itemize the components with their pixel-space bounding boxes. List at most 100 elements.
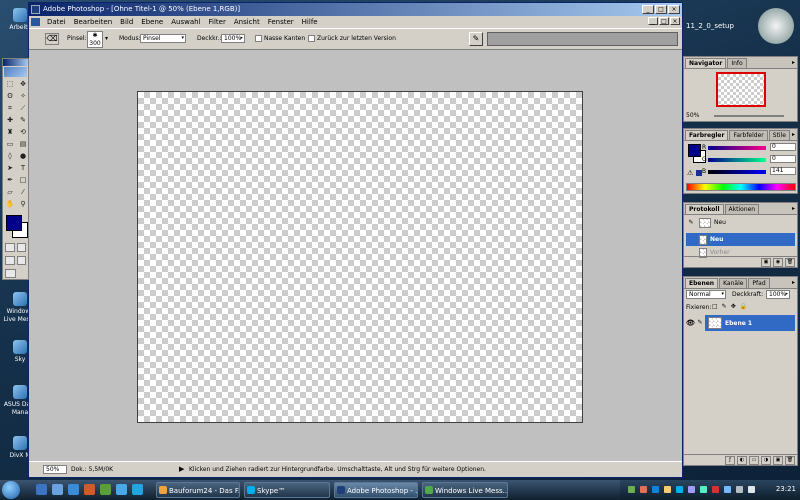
history-state-neu[interactable]: Neu	[686, 233, 795, 246]
menu-hilfe[interactable]: Hilfe	[298, 16, 322, 28]
new-document-from-state-button[interactable]: ▣	[761, 257, 771, 267]
eraser-tool-icon[interactable]: ▭	[4, 139, 16, 150]
adobe-logo-icon[interactable]	[4, 67, 27, 77]
delete-layer-button[interactable]: 🗑	[785, 455, 795, 465]
new-layer-button[interactable]: ▣	[773, 455, 783, 465]
document-canvas[interactable]	[137, 91, 583, 423]
quicklaunch-icon[interactable]	[84, 484, 95, 495]
menu-datei[interactable]: Datei	[43, 16, 70, 28]
hand-icon[interactable]: ✋	[4, 199, 16, 210]
delete-state-button[interactable]: 🗑	[785, 257, 795, 267]
title-bar[interactable]: Adobe Photoshop - [Ohne Titel-1 @ 50% (E…	[29, 3, 682, 16]
close-button[interactable]: ×	[668, 5, 680, 14]
pen-icon[interactable]: ✒	[4, 175, 16, 186]
menu-filter[interactable]: Filter	[205, 16, 230, 28]
tab-stile[interactable]: Stile	[768, 130, 790, 140]
doc-close-button[interactable]: ×	[670, 17, 680, 25]
task-windows-live-messenger[interactable]: Windows Live Mess...	[422, 482, 508, 498]
tray-icon[interactable]	[712, 486, 719, 493]
brush-tool-icon[interactable]: ✎	[17, 115, 29, 126]
lock-all-icon[interactable]: 🔒	[740, 303, 747, 310]
panel-menu-icon[interactable]: ▸	[792, 59, 795, 66]
doc-minimize-button[interactable]: _	[648, 17, 658, 25]
brush-preset-picker[interactable]: ✱ 300	[87, 31, 103, 48]
tray-icon[interactable]	[700, 486, 707, 493]
shape-icon[interactable]: □	[17, 175, 29, 186]
slider-r-track[interactable]	[708, 146, 766, 150]
quickmask-mode-button[interactable]	[16, 243, 26, 252]
move-icon[interactable]: ✥	[17, 79, 29, 90]
doc-restore-button[interactable]: □	[659, 17, 669, 25]
deckkraft-field[interactable]: 100% ▸	[221, 34, 245, 43]
navigator-zoom[interactable]: 50%	[686, 112, 699, 119]
gradient-icon[interactable]: ▤	[17, 139, 29, 150]
menu-bild[interactable]: Bild	[116, 16, 137, 28]
screen-mode-standard-button[interactable]	[5, 256, 15, 265]
warning-icon[interactable]: ⚠	[687, 169, 693, 177]
panel-foreground-swatch[interactable]	[688, 144, 701, 157]
network-icon[interactable]	[748, 486, 755, 493]
panel-menu-icon[interactable]: ▸	[792, 131, 795, 138]
value-r[interactable]: 0	[770, 143, 796, 151]
tray-icon[interactable]	[640, 486, 647, 493]
lock-position-icon[interactable]: ✥	[731, 303, 736, 310]
clone-stamp-icon[interactable]: ♜	[4, 127, 16, 138]
menu-bearbeiten[interactable]: Bearbeiten	[70, 16, 116, 28]
quicklaunch-icon-3[interactable]	[116, 484, 127, 495]
history-brush-icon[interactable]: ⟲	[17, 127, 29, 138]
modus-select[interactable]: Pinsel ▾	[140, 34, 186, 43]
minimize-button[interactable]: _	[642, 5, 654, 14]
toolbox-titlebar[interactable]	[3, 59, 28, 66]
crop-icon[interactable]: ⌗	[4, 103, 16, 114]
zurueck-checkbox[interactable]	[308, 35, 315, 42]
menu-fenster[interactable]: Fenster	[264, 16, 298, 28]
type-icon[interactable]: T	[17, 163, 29, 174]
tab-aktionen[interactable]: Aktionen	[724, 204, 760, 214]
blur-icon[interactable]: ◊	[4, 151, 16, 162]
color-spectrum-bar[interactable]	[686, 183, 796, 191]
ie-icon[interactable]	[52, 484, 63, 495]
healing-brush-icon[interactable]: ✚	[4, 115, 16, 126]
task-bauforum[interactable]: Bauforum24 - Das F...	[156, 482, 240, 498]
menu-auswahl[interactable]: Auswahl	[167, 16, 204, 28]
panel-menu-icon[interactable]: ▸	[792, 279, 795, 286]
show-desktop-icon[interactable]	[36, 484, 47, 495]
layer-opacity-field[interactable]: 100% ▸	[766, 290, 790, 299]
slider-b-track[interactable]	[708, 170, 766, 174]
panel-menu-icon[interactable]: ▸	[792, 205, 795, 212]
brush-dropdown-arrow[interactable]: ▾	[105, 35, 108, 43]
blend-mode-select[interactable]: Normal ▾	[686, 290, 726, 299]
new-snapshot-button[interactable]: ◉	[773, 257, 783, 267]
tray-icon[interactable]	[688, 486, 695, 493]
zoom-icon[interactable]: ⚲	[17, 199, 29, 210]
screen-mode-full-button[interactable]	[16, 256, 26, 265]
tab-ebenen[interactable]: Ebenen	[685, 278, 719, 288]
tray-icon[interactable]	[724, 486, 731, 493]
dodge-icon[interactable]: ●	[17, 151, 29, 162]
tab-pfad[interactable]: Pfad	[748, 278, 770, 288]
tab-farbregler[interactable]: Farbregler	[685, 130, 729, 140]
slider-r[interactable]: R 0	[702, 143, 796, 152]
eraser-icon[interactable]: ⌫	[45, 33, 59, 45]
slider-g[interactable]: G 0	[702, 155, 796, 164]
media-player-icon[interactable]	[68, 484, 79, 495]
snapshot-row[interactable]: ✎ Neu	[686, 216, 795, 229]
tab-navigator[interactable]: Navigator	[685, 58, 727, 68]
setup-file-label[interactable]: 11_2_0_setup	[686, 22, 734, 30]
tray-icon[interactable]	[664, 486, 671, 493]
lock-transparency-icon[interactable]: □	[712, 303, 718, 310]
slider-b[interactable]: B 141	[702, 167, 796, 176]
slice-icon[interactable]: ⟋	[17, 103, 29, 114]
new-set-button[interactable]: ▭	[749, 455, 759, 465]
eyedropper-icon[interactable]: ⁄	[17, 187, 29, 198]
menu-ebene[interactable]: Ebene	[137, 16, 167, 28]
navigator-zoom-slider[interactable]	[714, 115, 784, 117]
play-arrow-icon[interactable]: ▶	[179, 465, 184, 473]
notes-icon[interactable]: ▱	[4, 187, 16, 198]
task-skype[interactable]: Skype™	[244, 482, 330, 498]
value-g[interactable]: 0	[770, 155, 796, 163]
layer-brush-icon[interactable]: ✎	[695, 315, 705, 331]
lasso-icon[interactable]: ʘ	[4, 91, 16, 102]
quicklaunch-icon-4[interactable]	[132, 484, 143, 495]
tab-protokoll[interactable]: Protokoll	[685, 204, 724, 214]
